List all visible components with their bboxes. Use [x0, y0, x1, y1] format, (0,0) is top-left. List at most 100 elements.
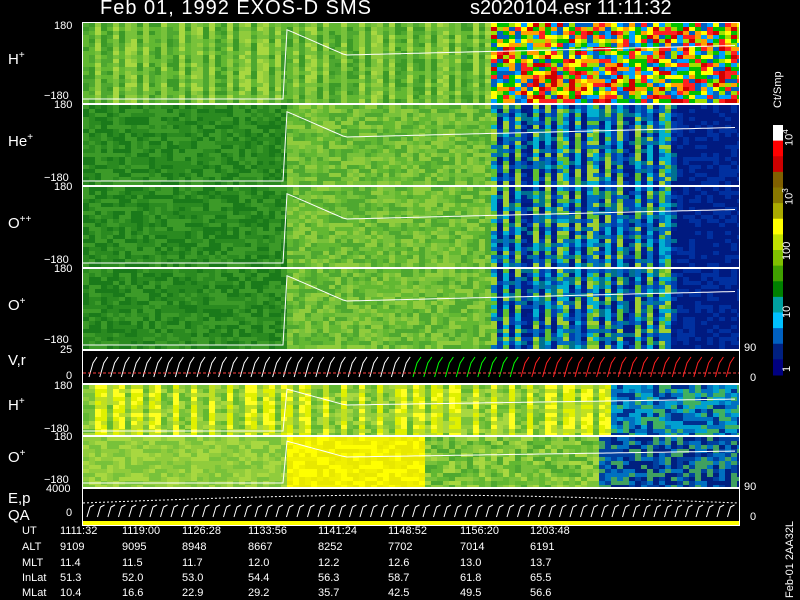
colorbar-segment — [773, 203, 783, 220]
table-cell: 6191 — [530, 541, 555, 553]
table-cell: 1148:52 — [388, 525, 427, 537]
spectrogram-figure: Feb 01, 1992 EXOS-D SMS s2020104.esr 11:… — [0, 0, 800, 600]
table-cell: 35.7 — [318, 587, 340, 599]
table-cell: 12.0 — [248, 557, 270, 569]
colorbar-segment — [773, 328, 783, 345]
heatmap-6 — [83, 437, 739, 487]
panel-he-plus — [82, 104, 740, 186]
panel-label-opp: O++ — [8, 214, 32, 232]
table-cell: 8252 — [318, 541, 343, 553]
table-row-name: InLat — [22, 572, 47, 584]
right-tick-vr-bot: 0 — [750, 372, 757, 384]
colorbar-tick-10: 10 — [781, 305, 793, 318]
heatmap-3 — [83, 269, 739, 349]
energy-trace — [83, 494, 739, 525]
ytick-bot-7: 0 — [66, 507, 73, 519]
table-row-name: MLat — [22, 587, 47, 599]
colorbar-tick-100: 100 — [781, 241, 793, 260]
table-cell: 7014 — [460, 541, 485, 553]
table-cell: 12.6 — [388, 557, 410, 569]
panel-h-plus-2 — [82, 384, 740, 436]
colorbar-segment — [773, 156, 783, 173]
table-cell: 1111:32 — [60, 525, 98, 537]
panel-energy — [82, 488, 740, 526]
table-cell: 8667 — [248, 541, 273, 553]
panel-label-o2: O+ — [8, 448, 26, 466]
heatmap-5 — [83, 385, 739, 435]
table-cell: 11.4 — [60, 557, 81, 569]
colorbar-segment — [773, 218, 783, 235]
ytick-top-6: 180 — [54, 431, 73, 443]
panel-velocity — [82, 350, 740, 384]
ytick-top-3: 180 — [54, 263, 73, 275]
panel-h-plus — [82, 22, 740, 104]
table-cell: 58.7 — [388, 572, 410, 584]
table-cell: 61.8 — [460, 572, 482, 584]
table-cell: 1203:48 — [530, 525, 570, 537]
ytick-top-1: 180 — [54, 99, 73, 111]
right-tick-vr-top: 90 — [744, 342, 757, 354]
table-cell: 10.4 — [60, 587, 82, 599]
table-cell: 8948 — [182, 541, 207, 553]
table-row-name: UT — [22, 525, 37, 537]
colorbar-tick-1e4: 104 — [781, 129, 796, 146]
ytick-top-4: 25 — [60, 344, 73, 356]
panel-label-vr: V,r — [8, 352, 26, 369]
colorbar-segment — [773, 281, 783, 298]
table-cell: 29.2 — [248, 587, 270, 599]
table-row-name: ALT — [22, 541, 42, 553]
table-cell: 42.5 — [388, 587, 410, 599]
table-cell: 65.5 — [530, 572, 552, 584]
colorbar-segment — [773, 343, 783, 360]
panel-o-plus — [82, 268, 740, 350]
panel-label-h2: H+ — [8, 396, 25, 414]
panel-label-he: He+ — [8, 132, 34, 150]
table-cell: 11.5 — [122, 557, 143, 569]
panel-label-ep: E,p — [8, 490, 31, 507]
panel-label-qa: QA — [8, 507, 30, 524]
table-cell: 12.2 — [318, 557, 340, 569]
table-cell: 52.0 — [122, 572, 144, 584]
heatmap-0 — [83, 23, 739, 103]
table-cell: 7702 — [388, 541, 413, 553]
table-cell: 56.3 — [318, 572, 340, 584]
table-cell: 1141:24 — [318, 525, 357, 537]
colorbar-tick-1e3: 103 — [781, 188, 796, 205]
table-cell: 1119:00 — [122, 525, 161, 537]
table-cell: 49.5 — [460, 587, 482, 599]
heatmap-1 — [83, 105, 739, 185]
table-cell: 1126:28 — [182, 525, 221, 537]
file-time-label: s2020104.esr 11:11:32 — [470, 0, 672, 19]
colorbar-segment — [773, 171, 783, 188]
table-cell: 22.9 — [182, 587, 204, 599]
ytick-top-0: 180 — [54, 20, 73, 32]
right-tick-ep-bot: 0 — [750, 511, 757, 523]
ytick-top-5: 180 — [54, 380, 73, 392]
table-cell: 9109 — [60, 541, 85, 553]
panel-label-o: O+ — [8, 296, 26, 314]
colorbar-unit: Ct/Smp — [772, 71, 784, 108]
panel-label-h: H+ — [8, 50, 25, 68]
panel-o-plus-2 — [82, 436, 740, 488]
colorbar-segment — [773, 265, 783, 282]
table-cell: 1156:20 — [460, 525, 499, 537]
colorbar-tick-1: 1 — [781, 365, 793, 372]
right-tick-ep-top: 90 — [744, 481, 757, 493]
table-cell: 53.0 — [182, 572, 204, 584]
side-footer-label: Feb-01 2AA32L — [784, 520, 796, 598]
table-cell: 56.6 — [530, 587, 552, 599]
table-cell: 54.4 — [248, 572, 270, 584]
table-row-name: MLT — [22, 557, 44, 569]
panel-o-plus-plus — [82, 186, 740, 268]
heatmap-2 — [83, 187, 739, 267]
table-cell: 1133:56 — [248, 525, 287, 537]
table-cell: 11.7 — [182, 557, 203, 569]
table-cell: 13.0 — [460, 557, 482, 569]
ytick-top-7: 4000 — [46, 483, 71, 495]
table-cell: 51.3 — [60, 572, 82, 584]
table-cell: 16.6 — [122, 587, 144, 599]
ytick-top-2: 180 — [54, 181, 73, 193]
figure-title: Feb 01, 1992 EXOS-D SMS — [100, 0, 373, 19]
table-cell: 9095 — [122, 541, 147, 553]
velocity-trace — [83, 356, 739, 378]
